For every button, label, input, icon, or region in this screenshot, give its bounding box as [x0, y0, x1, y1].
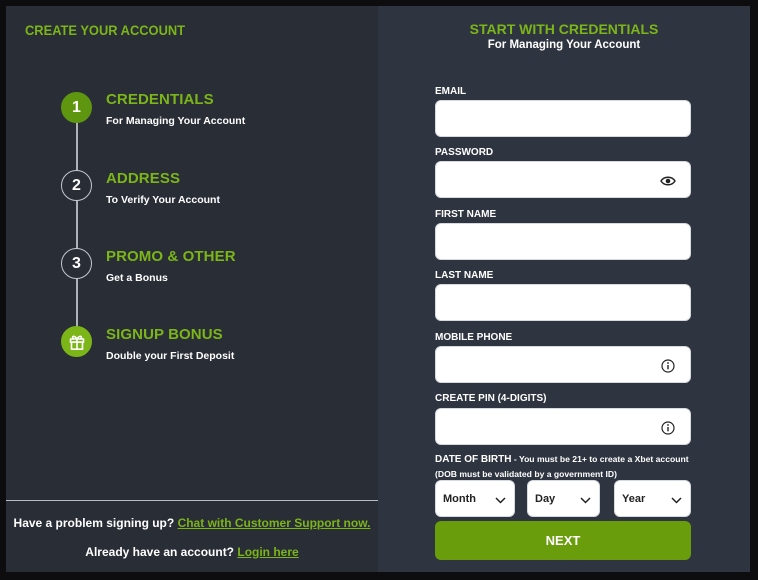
next-button[interactable]: NEXT [435, 521, 691, 560]
last-name-input[interactable] [435, 284, 691, 321]
dob-label: DATE OF BIRTH [435, 454, 512, 465]
steps-connector-line [76, 113, 78, 335]
form-title: START WITH CREDENTIALS [469, 21, 659, 37]
step-2-circle: 2 [61, 170, 92, 201]
chevron-down-icon [495, 495, 506, 507]
dob-year-select[interactable]: Year [614, 480, 691, 517]
login-link[interactable]: Login here [237, 545, 298, 559]
info-icon[interactable] [660, 358, 676, 374]
step-1-title: CREDENTIALS [106, 91, 214, 108]
panel-title: CREATE YOUR ACCOUNT [25, 22, 186, 38]
steps-panel: CREATE YOUR ACCOUNT 1 CREDENTIALS For Ma… [6, 6, 378, 572]
step-2-subtitle: To Verify Your Account [106, 194, 220, 206]
step-3-title: PROMO & OTHER [106, 248, 236, 265]
step-1-circle: 1 [61, 92, 92, 123]
info-icon[interactable] [660, 420, 676, 436]
dob-day-select[interactable]: Day [527, 480, 600, 517]
dob-note: DATE OF BIRTH - You must be 21+ to creat… [435, 452, 705, 481]
step-3-circle: 3 [61, 248, 92, 279]
support-chat-link[interactable]: Chat with Customer Support now. [178, 516, 371, 530]
account-text: Already have an account? [85, 545, 235, 559]
email-label: EMAIL [435, 86, 467, 97]
mobile-phone-label: MOBILE PHONE [435, 332, 513, 343]
last-name-label: LAST NAME [435, 270, 494, 281]
step-4-title: SIGNUP BONUS [106, 326, 223, 343]
step-3-subtitle: Get a Bonus [106, 272, 168, 284]
divider [6, 500, 378, 501]
password-input[interactable] [435, 161, 691, 198]
dob-month-value: Month [443, 492, 476, 505]
first-name-input[interactable] [435, 223, 691, 260]
dob-year-value: Year [622, 492, 646, 505]
pin-label: CREATE PIN (4-DIGITS) [435, 393, 547, 404]
step-4-subtitle: Double your First Deposit [106, 350, 235, 362]
chevron-down-icon [580, 495, 591, 507]
gift-icon [68, 333, 86, 351]
eye-icon[interactable] [660, 173, 676, 189]
dob-day-value: Day [535, 492, 556, 505]
email-input[interactable] [435, 100, 691, 137]
problem-line: Have a problem signing up? Chat with Cus… [6, 516, 378, 530]
pin-input[interactable] [435, 408, 691, 445]
chevron-down-icon [671, 495, 682, 507]
login-line: Already have an account? Login here [6, 545, 378, 559]
credentials-form: START WITH CREDENTIALS For Managing Your… [378, 6, 750, 572]
step-2-title: ADDRESS [106, 170, 181, 187]
problem-text: Have a problem signing up? [13, 516, 175, 530]
password-label: PASSWORD [435, 147, 494, 158]
signup-container: CREATE YOUR ACCOUNT 1 CREDENTIALS For Ma… [6, 6, 750, 572]
dob-month-select[interactable]: Month [435, 480, 515, 517]
first-name-label: FIRST NAME [435, 209, 497, 220]
mobile-phone-input[interactable] [435, 346, 691, 383]
step-4-circle [61, 326, 92, 357]
form-subtitle: For Managing Your Account [487, 39, 641, 51]
step-1-subtitle: For Managing Your Account [106, 115, 246, 127]
